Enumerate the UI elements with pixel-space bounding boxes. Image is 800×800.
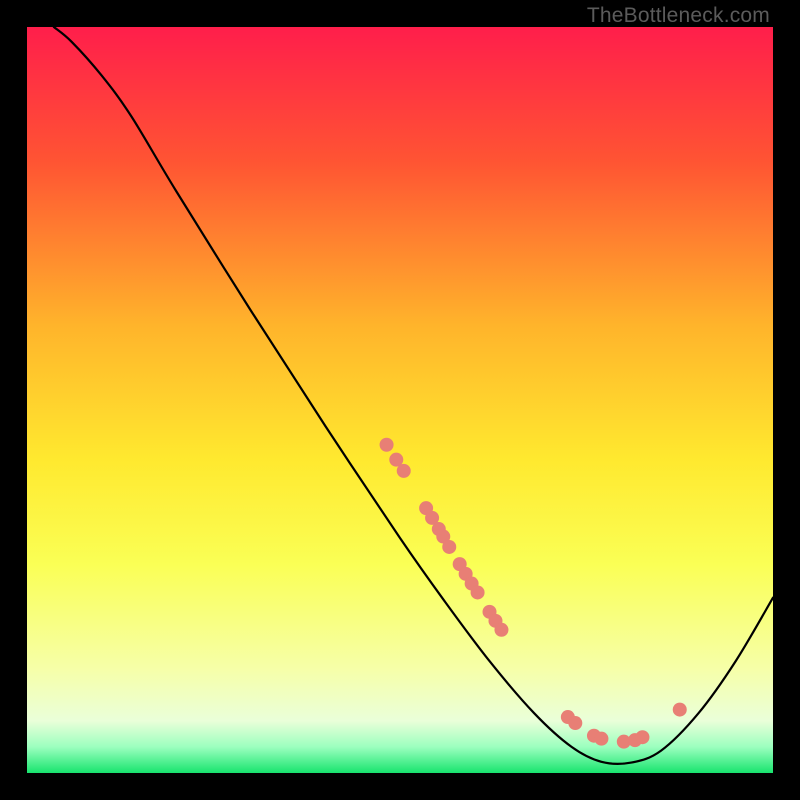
data-marker: [442, 540, 456, 554]
gradient-background: [27, 27, 773, 773]
data-marker: [380, 438, 394, 452]
chart-plot-area: [27, 27, 773, 773]
data-marker: [494, 623, 508, 637]
chart-svg: [27, 27, 773, 773]
watermark-text: TheBottleneck.com: [587, 4, 770, 28]
chart-frame: TheBottleneck.com: [0, 0, 800, 800]
data-marker: [594, 732, 608, 746]
data-marker: [673, 703, 687, 717]
data-marker: [568, 716, 582, 730]
data-marker: [397, 464, 411, 478]
data-marker: [471, 585, 485, 599]
data-marker: [635, 730, 649, 744]
